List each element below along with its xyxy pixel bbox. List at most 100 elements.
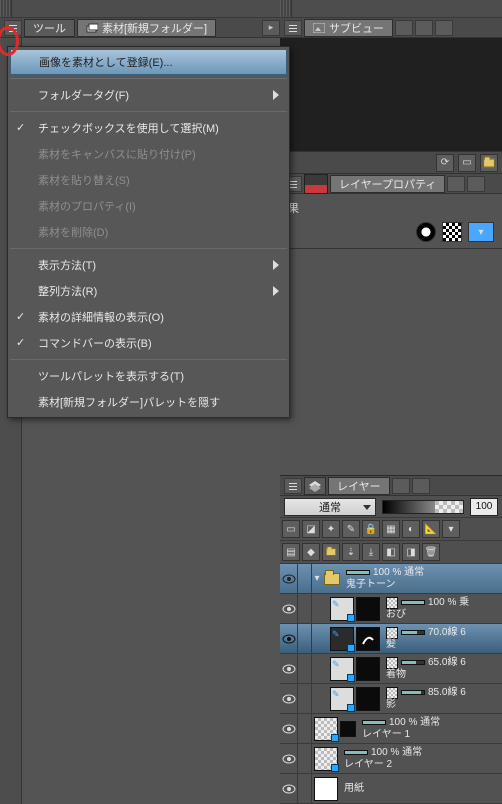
tab-material-label: 素材[新規フォルダー] (102, 20, 207, 36)
layer-effect-thumb (356, 657, 380, 681)
tone-effect-icon[interactable] (442, 222, 462, 242)
layers-menu-button[interactable] (284, 478, 302, 494)
opacity-value[interactable]: 100 (470, 498, 498, 516)
layer-line2: 髪 (386, 639, 498, 651)
clip-icon[interactable]: ◪ (302, 520, 320, 538)
add-mask-icon[interactable]: ◧ (382, 543, 400, 561)
apply-mask-icon[interactable]: ◨ (402, 543, 420, 561)
menu-folder-tag[interactable]: フォルダータグ(F) (8, 82, 289, 108)
layer-color-icon[interactable]: ▾ (468, 222, 494, 242)
layers-extra-1[interactable] (392, 478, 410, 494)
fit-icon[interactable]: ▭ (458, 154, 476, 172)
check-icon: ✓ (16, 336, 30, 350)
eye-icon[interactable] (282, 754, 296, 764)
marker-tool-icon[interactable] (304, 174, 328, 194)
eye-icon[interactable] (282, 604, 296, 614)
new-vector-icon[interactable]: ◆ (302, 543, 320, 561)
delete-layer-icon[interactable]: 🗑 (422, 543, 440, 561)
mask-indicator-icon (386, 627, 398, 639)
menu-show-commandbar[interactable]: ✓ コマンドバーの表示(B) (8, 330, 289, 356)
subview-extra-3[interactable] (435, 20, 453, 36)
menu-label: 素材のプロパティ(I) (38, 198, 136, 214)
dock-gripper-right[interactable] (280, 0, 292, 17)
menu-delete-material: 素材を削除(D) (8, 219, 289, 245)
layer-effect-thumb (356, 687, 380, 711)
menu-separator (10, 78, 287, 79)
subview-extra-2[interactable] (415, 20, 433, 36)
tab-tool[interactable]: ツール (24, 19, 75, 37)
lock-transparent-icon[interactable]: ▦ (382, 520, 400, 538)
menu-hide-material-palette[interactable]: 素材[新規フォルダー]パレットを隠す (8, 389, 289, 415)
layer-line2: 着物 (386, 669, 498, 681)
new-raster-icon[interactable]: ▤ (282, 543, 300, 561)
layer-thumb (314, 747, 338, 771)
eye-icon[interactable] (282, 784, 296, 794)
tab-layers[interactable]: レイヤー (328, 477, 390, 495)
layer-line2: レイヤー 2 (344, 759, 498, 771)
subview-menu-button[interactable] (284, 20, 302, 36)
reference-icon[interactable]: ✦ (322, 520, 340, 538)
lock-icon[interactable]: 🔒 (362, 520, 380, 538)
merge-down-icon[interactable]: ⤓ (362, 543, 380, 561)
ruler-icon[interactable]: 📐 (422, 520, 440, 538)
layer-line1: 65.0線 6 (428, 657, 466, 669)
menu-register-image[interactable]: 画像を素材として登録(E)... (10, 49, 287, 75)
menu-separator (10, 111, 287, 112)
dock-gripper-left[interactable] (0, 0, 12, 17)
layers-stack-icon[interactable] (304, 477, 326, 495)
new-folder-icon[interactable] (322, 543, 340, 561)
menu-label: コマンドバーの表示(B) (38, 335, 152, 351)
menu-label: チェックボックスを使用して選択(M) (38, 120, 219, 136)
menu-display-method[interactable]: 表示方法(T) (8, 252, 289, 278)
layer-row[interactable]: ✎ 70.0線 6 髪 (280, 624, 502, 654)
layer-list: ▾ 100 % 通常 鬼子トーン ✎ 100 % 乗 おび ✎ (280, 564, 502, 804)
blend-mode-value: 通常 (319, 499, 341, 515)
layer-row[interactable]: 用紙 (280, 774, 502, 804)
tab-layer-property[interactable]: レイヤープロパティ (330, 175, 445, 193)
menu-use-checkbox[interactable]: ✓ チェックボックスを使用して選択(M) (8, 115, 289, 141)
layer-row[interactable]: ✎ 100 % 乗 おび (280, 594, 502, 624)
combine-icon[interactable]: ▭ (282, 520, 300, 538)
layer-row[interactable]: ✎ 85.0線 6 影 (280, 684, 502, 714)
layer-line2: 鬼子トーン (346, 579, 498, 591)
layer-thumb: ✎ (330, 657, 354, 681)
rotate-icon[interactable]: ⟳ (436, 154, 454, 172)
eye-icon[interactable] (282, 634, 296, 644)
menu-icon (288, 481, 298, 491)
border-effect-icon[interactable] (416, 222, 436, 242)
layers-icon (86, 22, 98, 34)
layer-folder-row[interactable]: ▾ 100 % 通常 鬼子トーン (280, 564, 502, 594)
opacity-slider[interactable] (382, 500, 464, 514)
open-icon[interactable] (480, 154, 498, 172)
menu-show-tool-palette[interactable]: ツールパレットを表示する(T) (8, 363, 289, 389)
mask-enable-icon[interactable]: ◐ (402, 520, 420, 538)
blend-mode-select[interactable]: 通常 (284, 498, 376, 516)
transfer-down-icon[interactable]: ⇣ (342, 543, 360, 561)
layer-row[interactable]: 100 % 通常 レイヤー 2 (280, 744, 502, 774)
menu-sort-method[interactable]: 整列方法(R) (8, 278, 289, 304)
eye-icon[interactable] (282, 724, 296, 734)
eye-icon[interactable] (282, 574, 296, 584)
tab-subview[interactable]: サブビュー (304, 19, 393, 37)
layerprop-extra-2[interactable] (467, 176, 485, 192)
subview-canvas[interactable] (280, 38, 502, 152)
layers-extra-2[interactable] (412, 478, 430, 494)
menu-replace-material: 素材を貼り替え(S) (8, 167, 289, 193)
layer-row[interactable]: ✎ 65.0線 6 着物 (280, 654, 502, 684)
palette-menu-button[interactable] (4, 20, 22, 36)
subview-extra-1[interactable] (395, 20, 413, 36)
tab-material[interactable]: 素材[新規フォルダー] (77, 19, 216, 37)
eye-icon[interactable] (282, 664, 296, 674)
color-label-icon[interactable]: ▾ (442, 520, 460, 538)
mask-indicator-icon (386, 687, 398, 699)
effect-label: 果 (288, 200, 494, 216)
layerprop-extra-1[interactable] (447, 176, 465, 192)
submenu-arrow-icon (273, 286, 279, 296)
menu-show-detail[interactable]: ✓ 素材の詳細情報の表示(O) (8, 304, 289, 330)
draft-icon[interactable]: ✎ (342, 520, 360, 538)
tab-overflow-button[interactable]: ▸ (262, 20, 280, 36)
folder-toggle[interactable]: ▾ (312, 564, 322, 593)
layer-row[interactable]: 100 % 通常 レイヤー 1 (280, 714, 502, 744)
eye-icon[interactable] (282, 694, 296, 704)
layers-label: レイヤー (337, 478, 381, 494)
